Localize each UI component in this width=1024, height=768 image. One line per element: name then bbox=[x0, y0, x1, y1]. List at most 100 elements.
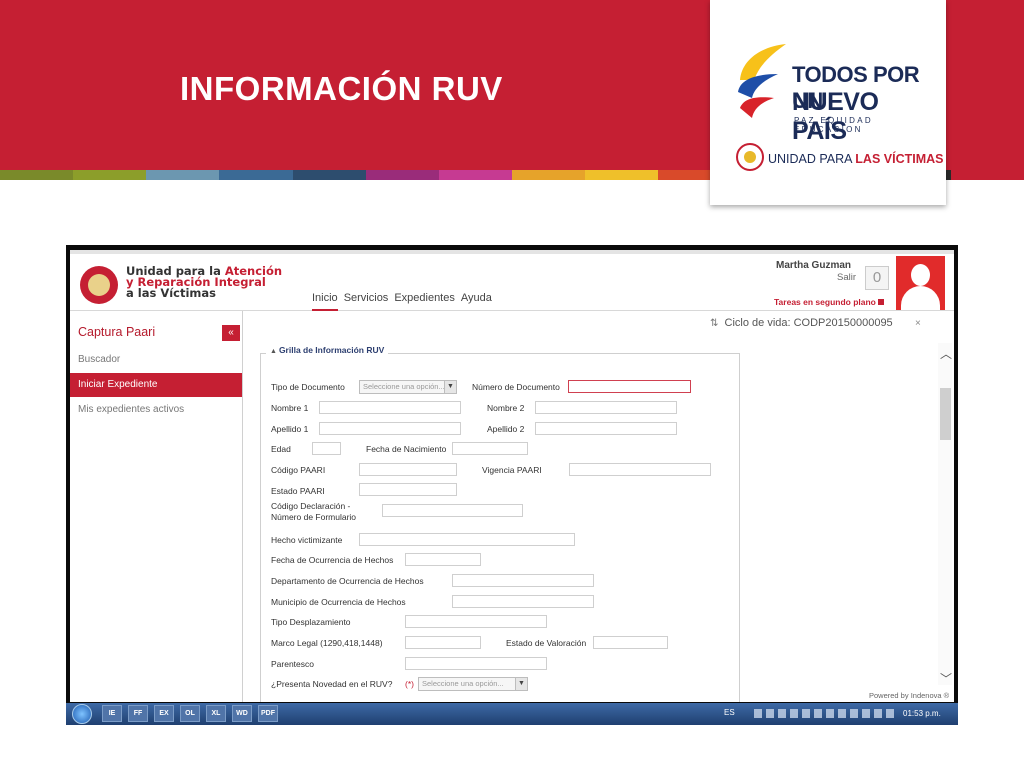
org-seal-icon bbox=[80, 266, 118, 304]
grid-title[interactable]: ▲ Grilla de Información RUV bbox=[266, 345, 389, 355]
input-fecha-nacimiento[interactable] bbox=[452, 442, 528, 455]
select-presenta-novedad[interactable]: Seleccione una opción... ▼ bbox=[418, 677, 528, 691]
user-name: Martha Guzman bbox=[776, 260, 852, 271]
label-apellido-1: Apellido 1 bbox=[271, 424, 309, 434]
app-screenshot: Unidad para la Atención y Reparación Int… bbox=[66, 245, 958, 725]
tray-icon[interactable] bbox=[778, 709, 786, 718]
sidebar-title: Captura Paari bbox=[78, 325, 156, 339]
color-strip-segment bbox=[438, 170, 512, 180]
input-vigencia-paari[interactable] bbox=[569, 463, 711, 476]
double-chevron-left-icon[interactable]: « bbox=[222, 325, 240, 341]
color-strip-segment bbox=[219, 170, 293, 180]
input-numero-documento[interactable] bbox=[568, 380, 691, 393]
input-departamento-ocurrencia[interactable] bbox=[452, 574, 594, 587]
sidebar-item-mis-expedientes[interactable]: Mis expedientes activos bbox=[70, 398, 242, 422]
unit-logo-text: UNIDAD PARA LAS VÍCTIMAS bbox=[768, 152, 944, 166]
tasks-icon bbox=[878, 299, 885, 305]
tray-icon[interactable] bbox=[814, 709, 822, 718]
tray-icon[interactable] bbox=[754, 709, 762, 718]
unit-seal-icon bbox=[736, 143, 764, 171]
label-marco-legal: Marco Legal (1290,418,1448) bbox=[271, 638, 383, 648]
input-codigo-declaracion[interactable] bbox=[382, 504, 523, 517]
logo-card: TODOS POR UN NUEVO PAÍS PAZ EQUIDAD EDUC… bbox=[710, 0, 946, 205]
tray-icon[interactable] bbox=[826, 709, 834, 718]
label-fecha-nacimiento: Fecha de Nacimiento bbox=[366, 444, 447, 454]
input-apellido-1[interactable] bbox=[319, 422, 461, 435]
color-strip-segment bbox=[950, 170, 1024, 180]
input-nombre-1[interactable] bbox=[319, 401, 461, 414]
input-edad[interactable] bbox=[312, 442, 341, 455]
label-municipio-ocurrencia: Municipio de Ocurrencia de Hechos bbox=[271, 597, 406, 607]
nav-expedientes[interactable]: Expedientes bbox=[394, 292, 455, 311]
label-estado-paari: Estado PAARI bbox=[271, 486, 325, 496]
color-strip-segment bbox=[73, 170, 147, 180]
taskbar: IE FF EX OL XL WD PDF ES 01:53 p.m. bbox=[66, 703, 958, 725]
input-hecho-victimizante[interactable] bbox=[359, 533, 575, 546]
nav-ayuda[interactable]: Ayuda bbox=[461, 292, 492, 311]
label-hecho-victimizante: Hecho victimizante bbox=[271, 535, 343, 545]
taskbar-app-firefox[interactable]: FF bbox=[128, 705, 148, 722]
label-edad: Edad bbox=[271, 444, 291, 454]
background-tasks-link[interactable]: Tareas en segundo plano bbox=[774, 297, 885, 307]
tray-icon[interactable] bbox=[874, 709, 882, 718]
input-tipo-desplazamiento[interactable] bbox=[405, 615, 547, 628]
input-nombre-2[interactable] bbox=[535, 401, 677, 414]
label-nombre-2: Nombre 2 bbox=[487, 403, 525, 413]
label-fecha-ocurrencia: Fecha de Ocurrencia de Hechos bbox=[271, 555, 394, 565]
required-mark: (*) bbox=[405, 679, 414, 689]
input-municipio-ocurrencia[interactable] bbox=[452, 595, 594, 608]
tray-icon[interactable] bbox=[790, 709, 798, 718]
tray-icon[interactable] bbox=[862, 709, 870, 718]
app-header: Unidad para la Atención y Reparación Int… bbox=[70, 250, 954, 311]
taskbar-app-ie[interactable]: IE bbox=[102, 705, 122, 722]
label-departamento-ocurrencia: Departamento de Ocurrencia de Hechos bbox=[271, 576, 424, 586]
scrollbar-thumb[interactable] bbox=[940, 388, 951, 440]
tray-icon[interactable] bbox=[850, 709, 858, 718]
color-strip-segment bbox=[146, 170, 220, 180]
close-icon[interactable]: × bbox=[915, 318, 921, 329]
color-strip-segment bbox=[585, 170, 659, 180]
input-estado-valoracion[interactable] bbox=[593, 636, 668, 649]
system-tray[interactable] bbox=[754, 709, 896, 719]
sidebar: Captura Paari « Buscador Iniciar Expedie… bbox=[70, 311, 243, 702]
chevron-up-icon[interactable]: ︿ bbox=[940, 345, 952, 362]
browser-strip bbox=[70, 250, 954, 254]
chevron-down-icon[interactable]: ﹀ bbox=[940, 670, 952, 687]
input-marco-legal[interactable] bbox=[405, 636, 481, 649]
taskbar-app-explorer[interactable]: EX bbox=[154, 705, 174, 722]
org-name: Unidad para la Atención y Reparación Int… bbox=[126, 264, 283, 300]
taskbar-app-pdf[interactable]: PDF bbox=[258, 705, 278, 722]
sidebar-item-buscador[interactable]: Buscador bbox=[70, 348, 242, 372]
label-estado-valoracion: Estado de Valoración bbox=[506, 638, 587, 648]
input-estado-paari[interactable] bbox=[359, 483, 457, 496]
tray-icon[interactable] bbox=[886, 709, 894, 718]
color-strip-segment bbox=[511, 170, 586, 180]
label-nombre-1: Nombre 1 bbox=[271, 403, 309, 413]
nav-inicio[interactable]: Inicio bbox=[312, 292, 338, 311]
language-indicator[interactable]: ES bbox=[724, 708, 735, 717]
select-tipo-documento[interactable]: Seleccione una opción... ▼ bbox=[359, 380, 457, 394]
taskbar-app-excel[interactable]: XL bbox=[206, 705, 226, 722]
slide-title: INFORMACIÓN RUV bbox=[180, 70, 503, 107]
avatar[interactable] bbox=[896, 256, 945, 310]
color-strip-segment bbox=[365, 170, 439, 180]
input-fecha-ocurrencia[interactable] bbox=[405, 553, 481, 566]
tray-icon[interactable] bbox=[838, 709, 846, 718]
taskbar-app-word[interactable]: WD bbox=[232, 705, 252, 722]
sidebar-item-iniciar-expediente[interactable]: Iniciar Expediente bbox=[70, 373, 242, 397]
color-strip-segment bbox=[0, 170, 74, 180]
color-strip-segment bbox=[292, 170, 366, 180]
notification-counter[interactable]: 0 bbox=[865, 266, 889, 290]
logout-link[interactable]: Salir bbox=[837, 272, 856, 283]
input-parentesco[interactable] bbox=[405, 657, 547, 670]
dropdown-arrow-icon: ▼ bbox=[515, 678, 527, 690]
input-apellido-2[interactable] bbox=[535, 422, 677, 435]
tray-icon[interactable] bbox=[802, 709, 810, 718]
label-vigencia-paari: Vigencia PAARI bbox=[482, 465, 542, 475]
nav-servicios[interactable]: Servicios bbox=[344, 292, 389, 311]
input-codigo-paari[interactable] bbox=[359, 463, 457, 476]
collapse-arrow-icon: ▲ bbox=[270, 348, 277, 355]
taskbar-app-outlook[interactable]: OL bbox=[180, 705, 200, 722]
start-button[interactable] bbox=[72, 704, 92, 724]
tray-icon[interactable] bbox=[766, 709, 774, 718]
